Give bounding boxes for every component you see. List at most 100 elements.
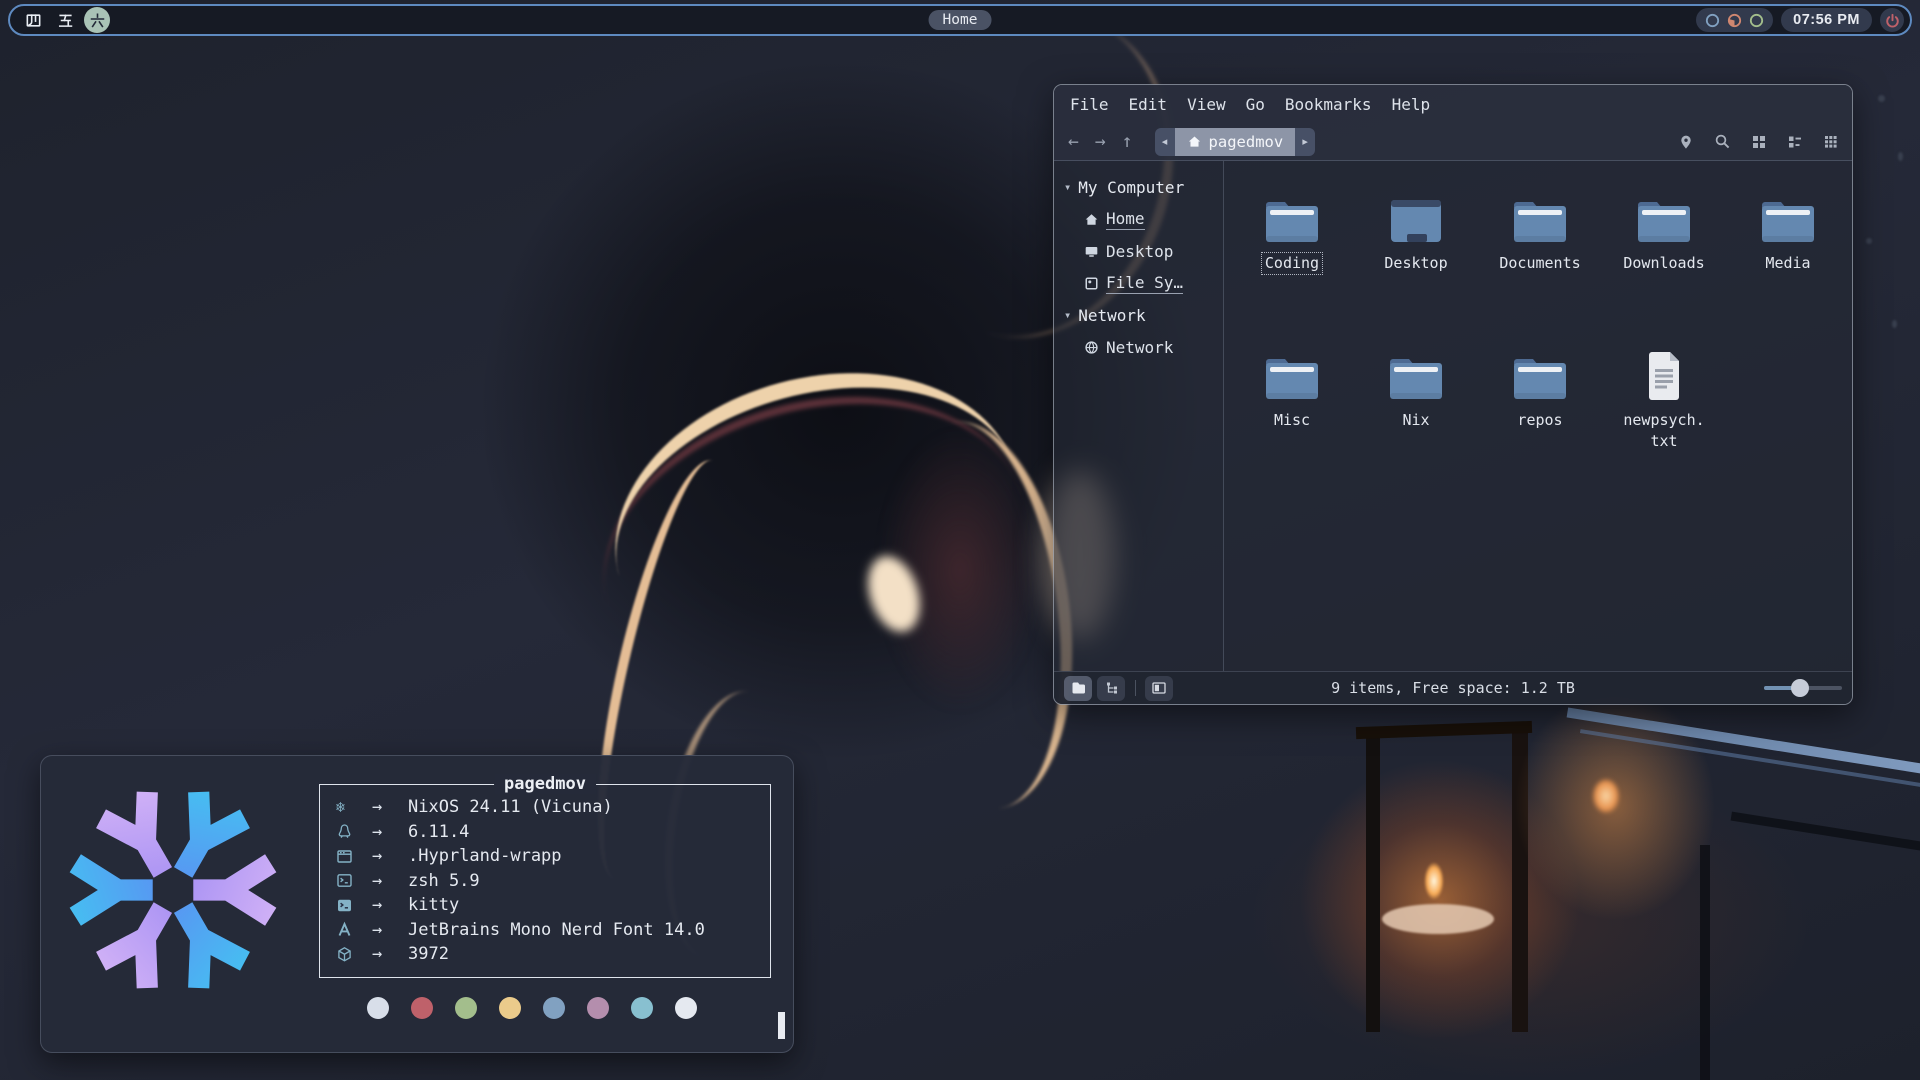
folder-icon [1509, 343, 1571, 403]
menu-bookmarks[interactable]: Bookmarks [1285, 95, 1372, 114]
file-item-nix[interactable]: Nix [1354, 343, 1478, 500]
fetch-info-panel: pagedmov ❄ → NixOS 24.11 (Vicuna) → 6.11… [319, 784, 771, 978]
cjk-five-icon [57, 12, 74, 29]
nixos-icon: ❄ [336, 798, 372, 816]
menu-help[interactable]: Help [1392, 95, 1431, 114]
filesystem-icon [1084, 276, 1099, 291]
terminal-color-palette [367, 997, 697, 1019]
workspace-six-active[interactable] [84, 7, 110, 33]
menu-view[interactable]: View [1187, 95, 1226, 114]
file-label: Documents [1496, 253, 1583, 274]
back-button[interactable]: ← [1068, 131, 1079, 152]
tree-view-button[interactable] [1097, 676, 1125, 701]
palette-dot [499, 997, 521, 1019]
arrow-icon: → [372, 846, 408, 866]
candle-cup [1382, 904, 1494, 934]
bokeh-dot [1898, 152, 1903, 161]
font-icon [336, 921, 372, 938]
icon-view-icon[interactable] [1751, 134, 1767, 150]
cjk-four-icon [25, 12, 42, 29]
sidebar-item-label: Desktop [1106, 242, 1173, 261]
cjk-six-icon [89, 12, 106, 29]
compact-view-icon[interactable] [1823, 134, 1838, 149]
section-label: Network [1078, 306, 1145, 325]
breadcrumb: ◂ pagedmov ▸ [1155, 128, 1316, 156]
desktop-icon [1084, 244, 1099, 259]
file-label: Coding [1262, 253, 1322, 274]
zoom-slider[interactable] [1764, 680, 1842, 696]
forward-button[interactable]: → [1095, 131, 1106, 152]
file-item-repos[interactable]: repos [1478, 343, 1602, 500]
desktop-folder-icon [1388, 186, 1444, 246]
sidebar-item-filesystem[interactable]: File Sy… [1064, 267, 1223, 299]
terminal-window: pagedmov ❄ → NixOS 24.11 (Vicuna) → 6.11… [40, 755, 794, 1053]
fetch-value: kitty [408, 895, 459, 915]
folder-icon [1261, 343, 1323, 403]
terminal-icon [336, 897, 372, 914]
candle-flame [1424, 862, 1444, 900]
clock[interactable]: 07:56 PM [1781, 8, 1872, 32]
path-scroll-left-icon[interactable]: ◂ [1155, 128, 1175, 156]
furniture-edge [1700, 845, 1710, 1080]
workspace-five[interactable] [52, 7, 78, 33]
network-globe-icon [1084, 340, 1099, 355]
arrow-icon: → [372, 920, 408, 940]
breadcrumb-current[interactable]: pagedmov [1175, 128, 1296, 156]
file-grid: Coding Desktop Documents Downloads [1224, 161, 1852, 671]
palette-dot [367, 997, 389, 1019]
arrow-icon: → [372, 797, 408, 817]
tray-circle-green-icon[interactable] [1749, 13, 1764, 28]
file-item-documents[interactable]: Documents [1478, 186, 1602, 343]
show-folders-button[interactable] [1064, 676, 1092, 701]
menu-go[interactable]: Go [1246, 95, 1265, 114]
file-manager-window: File Edit View Go Bookmarks Help ← → ↑ ◂… [1053, 84, 1853, 705]
file-label: Desktop [1381, 253, 1450, 274]
sidebar-item-network[interactable]: Network [1064, 331, 1223, 363]
candle-flame [1592, 778, 1620, 814]
menu-file[interactable]: File [1070, 95, 1109, 114]
folder-icon [1071, 681, 1086, 695]
file-item-desktop[interactable]: Desktop [1354, 186, 1478, 343]
fetch-row-font: → JetBrains Mono Nerd Font 14.0 [336, 918, 760, 943]
tray-circle-blue-icon[interactable] [1705, 13, 1720, 28]
sidebar-item-home[interactable]: Home [1064, 203, 1223, 235]
expander-icon[interactable]: ▾ [1064, 180, 1071, 194]
terminal-cursor [778, 1012, 785, 1039]
palette-dot [411, 997, 433, 1019]
file-item-misc[interactable]: Misc [1230, 343, 1354, 500]
fetch-value: zsh 5.9 [408, 871, 480, 891]
list-view-icon[interactable] [1787, 134, 1803, 150]
file-item-downloads[interactable]: Downloads [1602, 186, 1726, 343]
file-item-coding[interactable]: Coding [1230, 186, 1354, 343]
location-pin-icon[interactable] [1678, 134, 1694, 150]
text-file-icon [1643, 343, 1685, 403]
folder-icon [1385, 343, 1447, 403]
sidebar-item-desktop[interactable]: Desktop [1064, 235, 1223, 267]
search-icon[interactable] [1714, 133, 1731, 150]
palette-dot [543, 997, 565, 1019]
file-label: Media [1762, 253, 1813, 274]
up-button[interactable]: ↑ [1122, 131, 1133, 152]
sidebar-section-my-computer[interactable]: ▾ My Computer [1064, 171, 1223, 203]
file-item-newpsych-txt[interactable]: newpsych.txt [1602, 343, 1726, 500]
path-scroll-right-icon[interactable]: ▸ [1295, 128, 1315, 156]
slider-knob[interactable] [1791, 679, 1809, 697]
power-button[interactable] [1880, 8, 1904, 32]
menu-edit[interactable]: Edit [1129, 95, 1168, 114]
tray-circle-orange-icon[interactable] [1727, 13, 1742, 28]
sidebar-section-network[interactable]: ▾ Network [1064, 299, 1223, 331]
workspace-four[interactable] [20, 7, 46, 33]
top-bar: Home 07:56 PM [8, 4, 1912, 36]
file-item-media[interactable]: Media [1726, 186, 1850, 343]
toggle-sidebar-button[interactable] [1145, 676, 1173, 701]
fetch-row-os: ❄ → NixOS 24.11 (Vicuna) [336, 795, 760, 820]
toolbar-right [1678, 133, 1838, 150]
focused-window-title: Home [929, 10, 992, 30]
status-summary: 9 items, Free space: 1.2 TB [1054, 679, 1852, 697]
bokeh-dot [1866, 238, 1872, 244]
expander-icon[interactable]: ▾ [1064, 308, 1071, 322]
fetch-value: 3972 [408, 944, 449, 964]
workspace-switcher [20, 7, 110, 33]
fetch-value: 6.11.4 [408, 822, 469, 842]
kernel-icon [336, 823, 372, 840]
